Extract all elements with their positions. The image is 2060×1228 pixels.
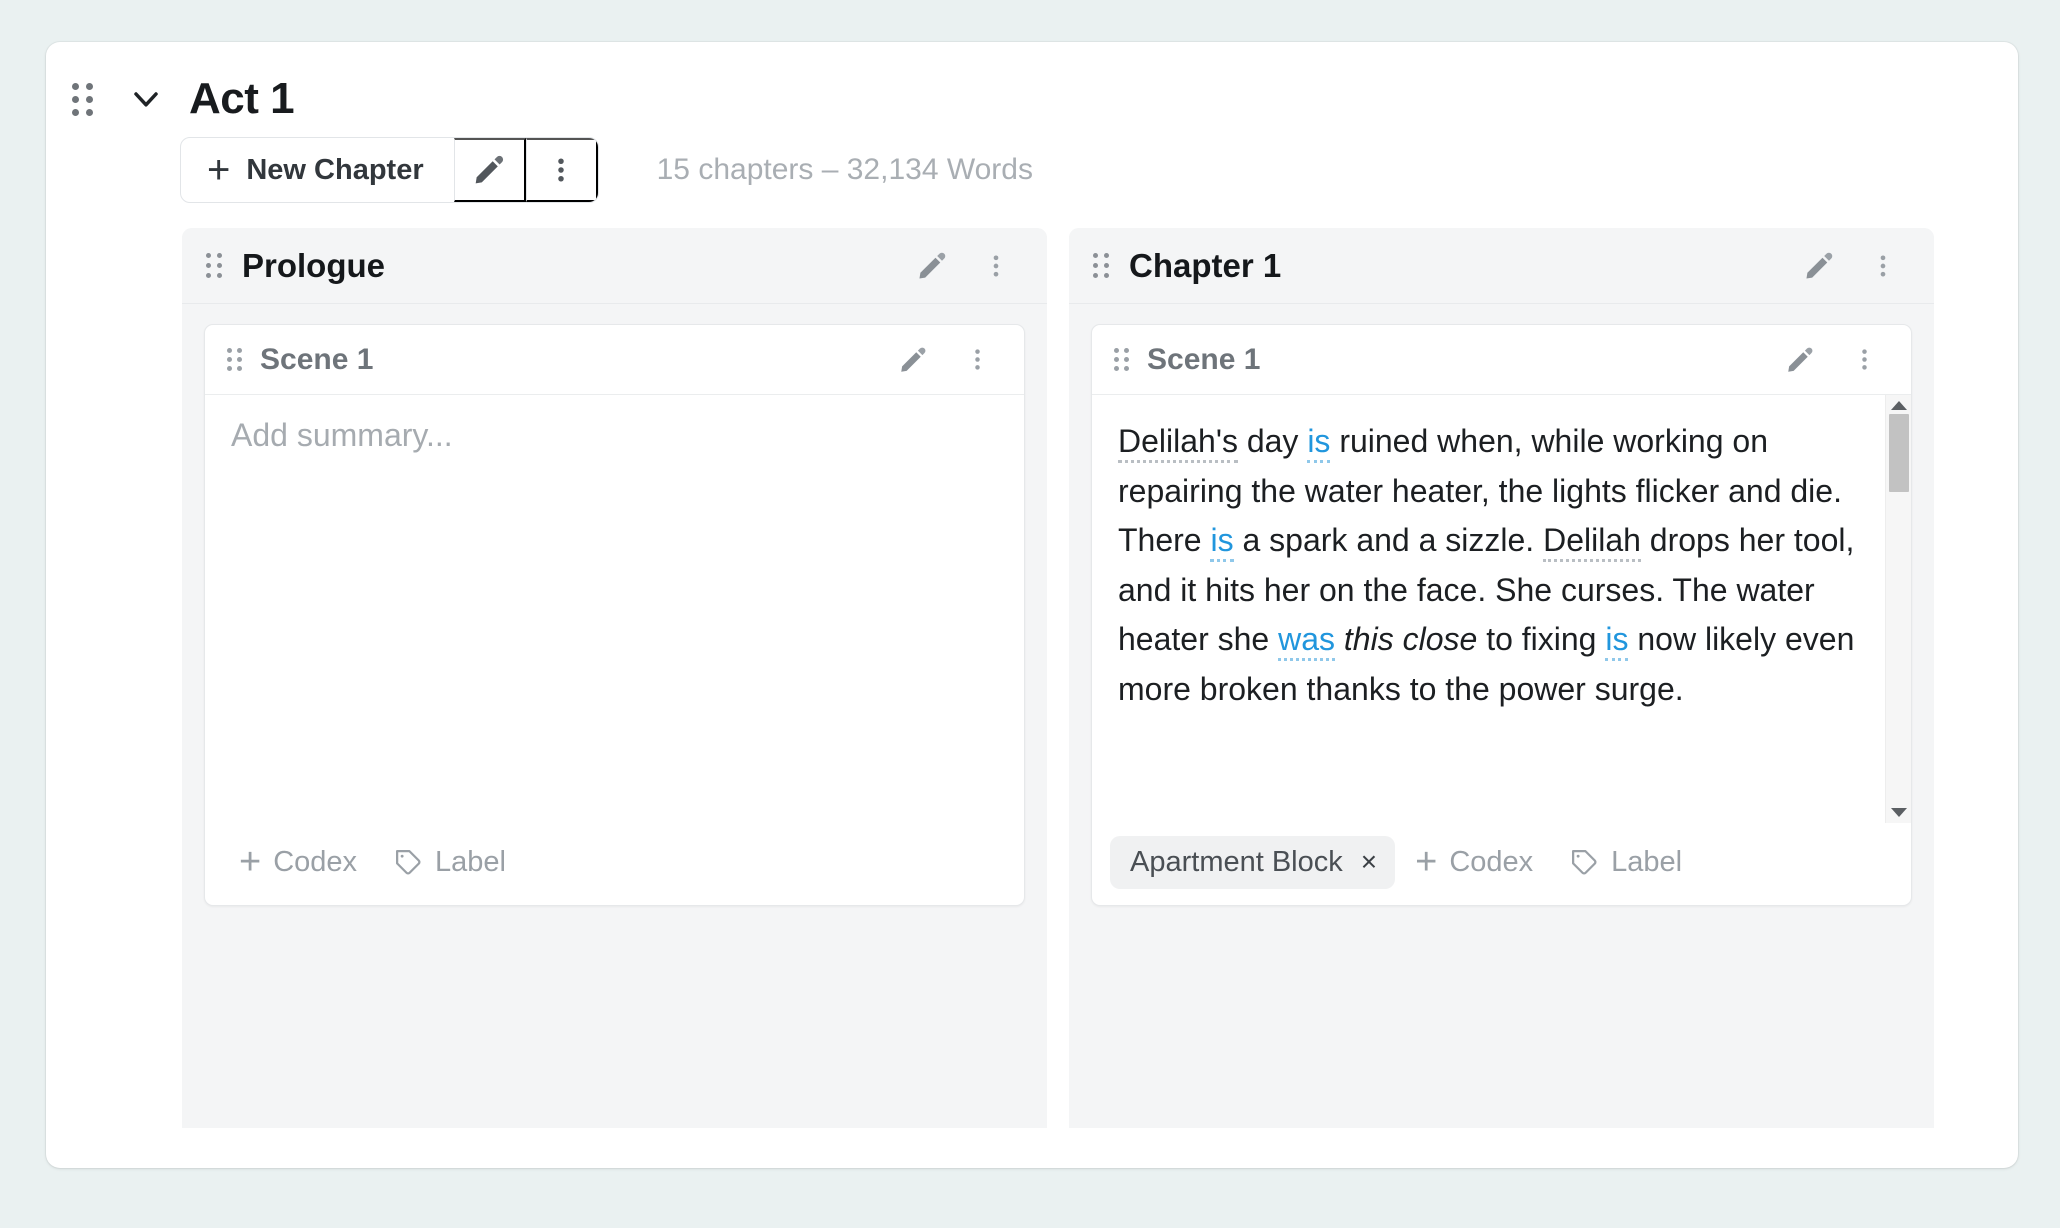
emphasis-text: this close — [1344, 621, 1477, 657]
act-edit-button[interactable] — [454, 138, 526, 202]
chapter-columns: Prologue — [46, 228, 2018, 1128]
grammar-suggestion[interactable]: is — [1210, 522, 1233, 562]
scroll-down-arrow[interactable] — [1891, 808, 1907, 817]
more-vertical-icon — [546, 155, 576, 185]
tag-icon — [1569, 847, 1599, 877]
chapter-drag-handle-icon[interactable] — [1089, 249, 1113, 282]
scene-summary-text[interactable]: Delilah's day is ruined when, while work… — [1092, 395, 1885, 823]
scene-menu-button[interactable] — [1835, 331, 1893, 389]
act-stats: 15 chapters – 32,134 Words — [657, 153, 1033, 187]
more-vertical-icon — [964, 346, 991, 373]
chapter-header: Chapter 1 — [1069, 228, 1934, 304]
scrollbar-track[interactable] — [1886, 410, 1911, 808]
scene-body[interactable]: Add summary... — [205, 395, 1024, 823]
grammar-suggestion[interactable]: is — [1605, 621, 1628, 661]
new-chapter-label: New Chapter — [246, 154, 423, 187]
plus-icon: + — [239, 843, 261, 881]
codex-tag-label: Apartment Block — [1130, 846, 1343, 879]
add-codex-button[interactable]: + Codex — [1399, 835, 1549, 889]
chapter-menu-button[interactable] — [967, 237, 1025, 295]
chapter-drag-handle-icon[interactable] — [202, 249, 226, 282]
more-vertical-icon — [1851, 346, 1878, 373]
add-label-label: Label — [435, 846, 506, 879]
scene-header: Scene 1 — [205, 325, 1024, 395]
add-codex-button[interactable]: + Codex — [223, 835, 373, 889]
act-toolbar: + New Chapter 15 chapters – 32,134 Words — [46, 134, 2018, 206]
scene-body[interactable]: Delilah's day is ruined when, while work… — [1092, 395, 1911, 823]
pencil-icon — [472, 153, 506, 187]
scene-drag-handle-icon[interactable] — [1110, 344, 1133, 375]
tag-icon — [393, 847, 423, 877]
new-chapter-button[interactable]: + New Chapter — [181, 138, 454, 202]
add-label-label: Label — [1611, 846, 1682, 879]
summary-placeholder[interactable]: Add summary... — [205, 395, 479, 823]
act-title: Act 1 — [189, 74, 294, 124]
more-vertical-icon — [1869, 252, 1897, 280]
scroll-thumb[interactable] — [1889, 414, 1909, 492]
add-label-button[interactable]: Label — [377, 838, 522, 887]
codex-tag-chip[interactable]: Apartment Block × — [1110, 836, 1395, 889]
pencil-icon — [916, 250, 948, 282]
act-panel: Act 1 + New Chapter 15 chap — [46, 42, 2018, 1168]
act-button-group: + New Chapter — [180, 137, 599, 203]
chapter-title: Chapter 1 — [1129, 247, 1790, 285]
add-label-button[interactable]: Label — [1553, 838, 1698, 887]
act-header: Act 1 — [46, 42, 2018, 128]
scene-card: Scene 1 — [1091, 324, 1912, 906]
pencil-icon — [1803, 250, 1835, 282]
chapter-title: Prologue — [242, 247, 903, 285]
scene-list: Scene 1 — [182, 304, 1047, 906]
close-icon[interactable]: × — [1361, 846, 1377, 878]
scene-menu-button[interactable] — [948, 331, 1006, 389]
scroll-up-arrow[interactable] — [1891, 401, 1907, 410]
pencil-icon — [898, 345, 928, 375]
scene-title: Scene 1 — [1147, 343, 1771, 377]
grammar-suggestion[interactable]: is — [1307, 423, 1330, 463]
add-codex-label: Codex — [273, 846, 357, 879]
plus-icon: + — [1415, 843, 1437, 881]
grammar-suggestion[interactable]: was — [1278, 621, 1335, 661]
scene-footer: + Codex Label — [205, 823, 1024, 905]
scene-card: Scene 1 — [204, 324, 1025, 906]
spelling-suggestion: Delilah — [1543, 522, 1641, 562]
act-drag-handle-icon[interactable] — [68, 79, 97, 120]
chapter-header: Prologue — [182, 228, 1047, 304]
pencil-icon — [1785, 345, 1815, 375]
scene-title: Scene 1 — [260, 343, 884, 377]
chapter-column-chapter-1: Chapter 1 — [1069, 228, 1934, 1128]
chevron-down-icon[interactable] — [125, 78, 167, 120]
chapter-column-prologue: Prologue — [182, 228, 1047, 1128]
scene-edit-button[interactable] — [884, 331, 942, 389]
plus-icon: + — [207, 150, 230, 190]
scene-list: Scene 1 — [1069, 304, 1934, 906]
scene-edit-button[interactable] — [1771, 331, 1829, 389]
more-vertical-icon — [982, 252, 1010, 280]
scene-header: Scene 1 — [1092, 325, 1911, 395]
chapter-menu-button[interactable] — [1854, 237, 1912, 295]
chapter-edit-button[interactable] — [1790, 237, 1848, 295]
scene-footer: Apartment Block × + Codex La — [1092, 823, 1911, 905]
chapter-edit-button[interactable] — [903, 237, 961, 295]
add-codex-label: Codex — [1449, 846, 1533, 879]
act-menu-button[interactable] — [526, 138, 598, 202]
scene-scrollbar[interactable] — [1885, 395, 1911, 823]
scene-drag-handle-icon[interactable] — [223, 344, 246, 375]
spelling-suggestion: Delilah's — [1118, 423, 1238, 463]
